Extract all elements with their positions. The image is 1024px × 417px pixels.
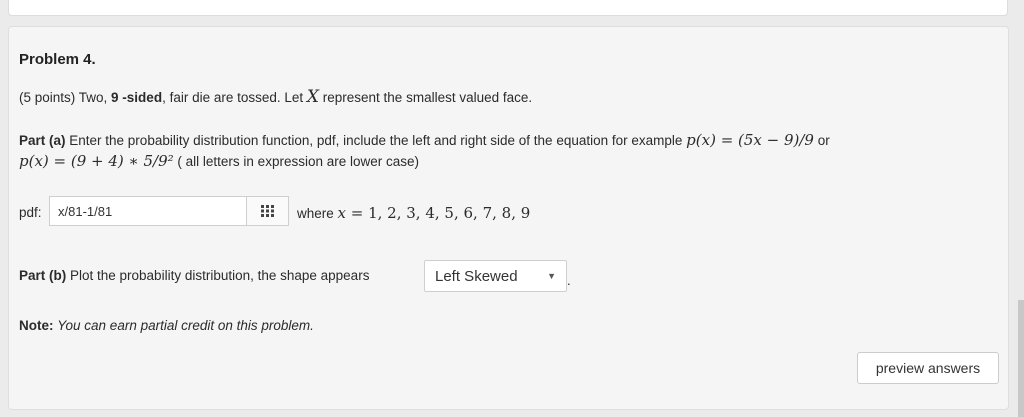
shape-select[interactable]: Left Skewed ▼ <box>424 260 567 292</box>
pdf-label: pdf: <box>19 205 42 220</box>
equation-editor-button[interactable] <box>246 196 289 226</box>
pdf-input[interactable] <box>49 196 247 226</box>
scrollbar[interactable] <box>1018 300 1024 417</box>
part-b-label: Part (b) <box>19 268 67 283</box>
shape-select-value: Left Skewed <box>435 267 518 285</box>
domain-text: where x = 1, 2, 3, 4, 5, 6, 7, 8, 9 <box>297 204 531 222</box>
example-2: p(x) = (9 + 4) ∗ 5/9² <box>19 152 174 170</box>
problem-title: Problem 4. <box>19 51 96 68</box>
part-a-label: Part (a) <box>19 133 66 148</box>
problem-card: Problem 4. (5 points) Two, 9 -sided, fai… <box>8 26 1009 410</box>
part-a-line-1: Part (a) Enter the probability distribut… <box>19 131 830 149</box>
note-text: You can earn partial credit on this prob… <box>57 318 314 333</box>
example-1: p(x) = (5x − 9)/9 <box>686 131 814 149</box>
note-line: Note: You can earn partial credit on thi… <box>19 318 314 333</box>
grid-icon <box>260 205 274 217</box>
note-label: Note: <box>19 318 54 333</box>
preview-answers-button[interactable]: preview answers <box>857 352 999 384</box>
problem-intro: (5 points) Two, 9 -sided, fair die are t… <box>19 87 533 107</box>
select-period: . <box>567 273 571 288</box>
part-b-line: Part (b) Plot the probability distributi… <box>19 268 370 283</box>
chevron-down-icon: ▼ <box>547 271 556 281</box>
part-a-line-2: p(x) = (9 + 4) ∗ 5/9² ( all letters in e… <box>19 152 420 170</box>
previous-panel <box>8 0 1008 16</box>
